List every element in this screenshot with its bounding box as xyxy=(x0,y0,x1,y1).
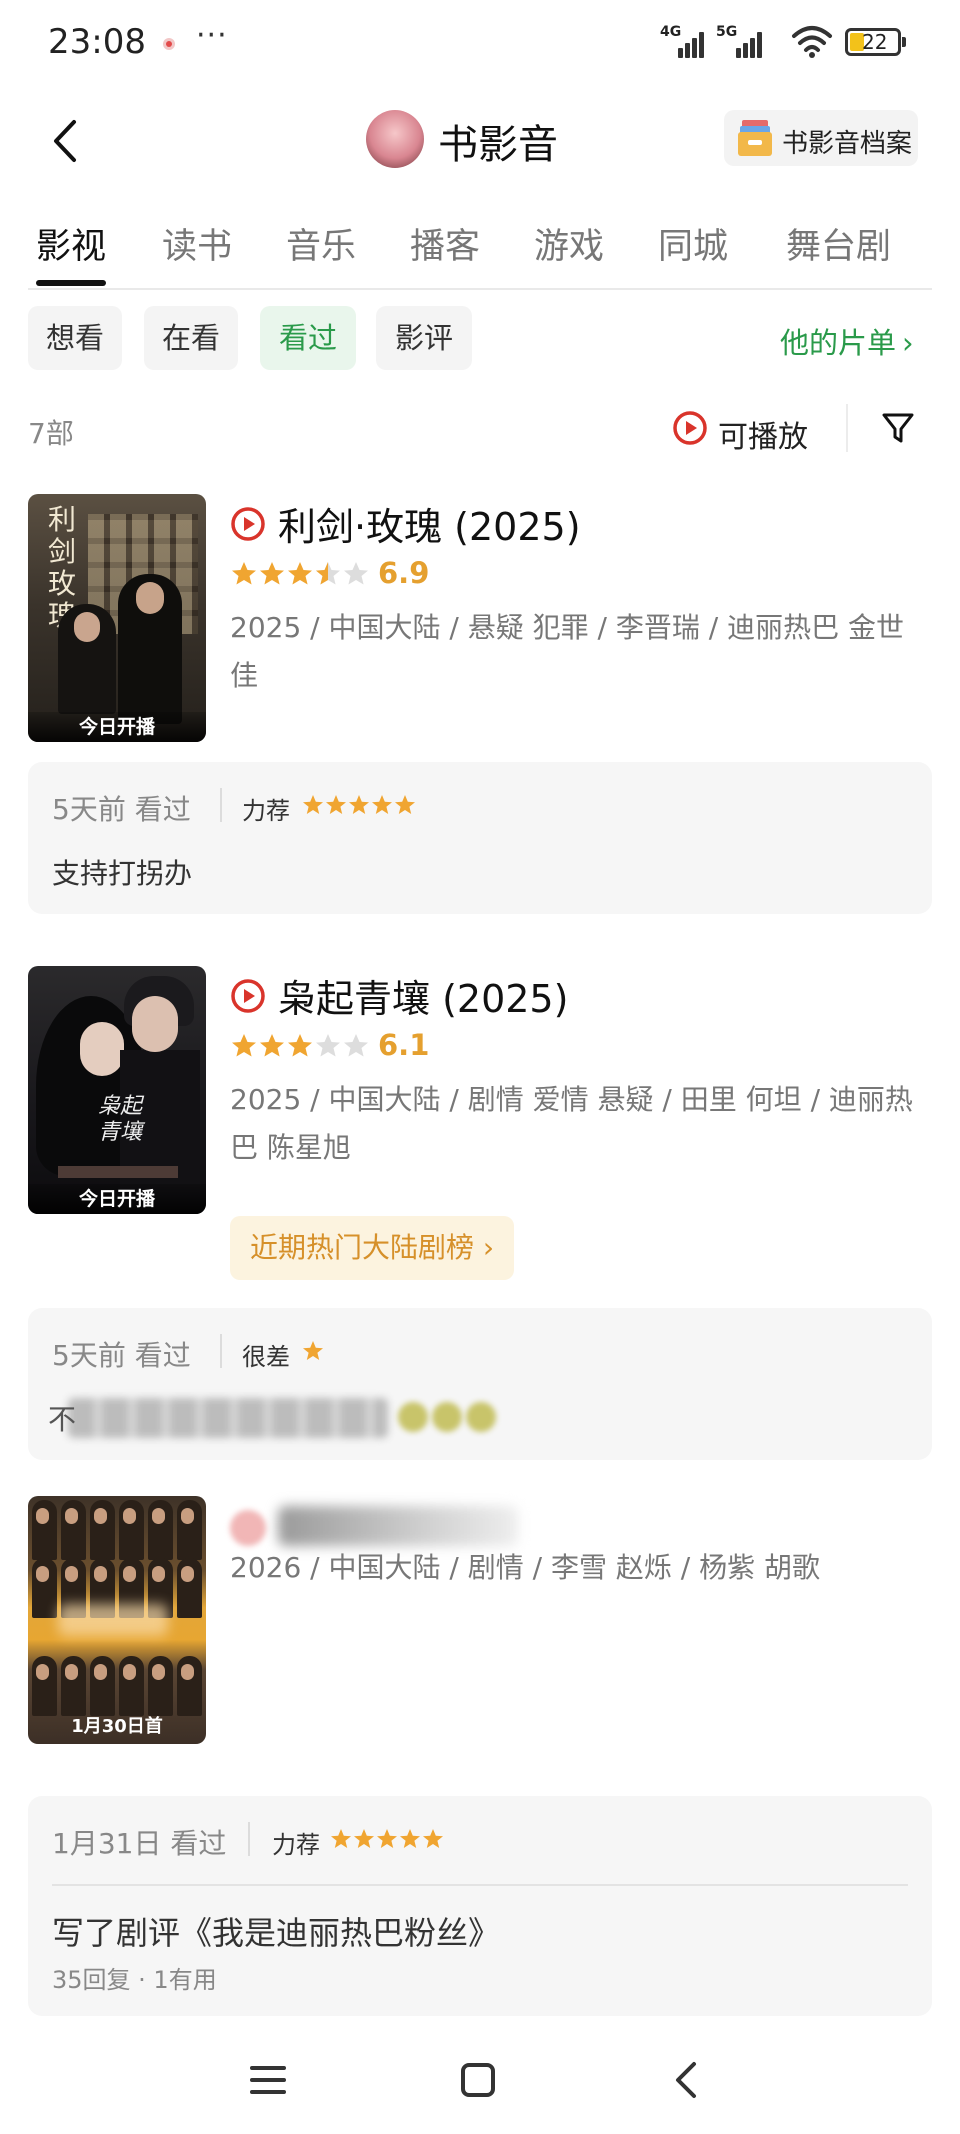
status-time: 23:08 xyxy=(48,22,146,62)
signal-4g-label: 4G xyxy=(660,24,682,40)
tab-music[interactable]: 音乐 xyxy=(286,218,356,269)
item-title: 枭起青壤 (2025) xyxy=(278,977,569,1021)
user-rating-label: 力荐 xyxy=(272,1831,320,1859)
tab-podcast[interactable]: 播客 xyxy=(410,218,480,269)
chip-want[interactable]: 想看 xyxy=(28,306,122,370)
item-title: 利剑·玫瑰 (2025) xyxy=(278,505,581,549)
menu-icon[interactable] xyxy=(246,2060,290,2100)
blurred-title xyxy=(230,1498,530,1548)
play-circle-icon xyxy=(231,979,265,1013)
status-bar: 23:08 ··· 4G 5G 22 xyxy=(0,0,960,90)
top-nav: 书影音 书影音档案 xyxy=(0,100,960,180)
back-nav-icon[interactable] xyxy=(666,2060,710,2100)
user-comment: 支持打拐办 xyxy=(52,857,193,890)
divider xyxy=(220,1334,222,1368)
user-rating-label: 很差 xyxy=(242,1343,290,1371)
playable-label: 可播放 xyxy=(718,420,808,455)
chevron-right-icon: › xyxy=(482,1231,495,1264)
tab-active-indicator xyxy=(36,280,106,286)
list-item[interactable]: 利剑玫瑰 今日开播 利剑·玫瑰 (2025) 6.9 2025 / 中国大陆 /… xyxy=(0,494,960,914)
poster-title: 枭起青壤 xyxy=(98,1094,143,1145)
tab-local[interactable]: 同城 xyxy=(658,218,728,269)
watch-note[interactable]: 5天前 看过 力荐 支持打拐办 xyxy=(28,762,932,914)
tab-stage[interactable]: 舞台剧 xyxy=(786,218,891,269)
watched-date: 5天前 看过 xyxy=(52,793,191,826)
play-circle-icon xyxy=(231,507,265,541)
user-stars-icon xyxy=(303,795,415,814)
chevron-right-icon: › xyxy=(902,326,914,360)
back-icon[interactable] xyxy=(46,116,86,166)
tab-film[interactable]: 影视 xyxy=(36,218,106,269)
filter-icon[interactable] xyxy=(880,410,916,446)
poster-image[interactable]: 枭起青壤 今日开播 xyxy=(28,966,206,1214)
archive-label: 书影音档案 xyxy=(782,129,913,159)
archive-button[interactable]: 书影音档案 xyxy=(724,110,918,166)
watch-note[interactable]: 1月31日 看过 力荐 写了剧评《我是迪丽热巴粉丝》 35回复 · 1有用 xyxy=(28,1796,932,2016)
his-list-link[interactable]: 他的片单 › xyxy=(780,320,914,362)
poster-image[interactable]: 1月30日首 xyxy=(28,1496,206,1744)
user-stars-icon xyxy=(303,1341,323,1360)
wifi-icon xyxy=(792,26,832,58)
review-link[interactable]: 写了剧评《我是迪丽热巴粉丝》 xyxy=(52,1908,500,1954)
user-comment-visible: 不 xyxy=(48,1403,77,1436)
archive-icon xyxy=(738,120,772,156)
rating-stars-icon xyxy=(232,1034,368,1057)
his-list-label: 他的片单 xyxy=(780,326,897,360)
tab-books[interactable]: 读书 xyxy=(162,218,232,269)
poster-image[interactable]: 利剑玫瑰 今日开播 xyxy=(28,494,206,742)
poster-caption: 今日开播 xyxy=(28,1184,206,1214)
divider xyxy=(248,1822,250,1856)
user-stars-icon xyxy=(331,1829,443,1848)
watch-note[interactable]: 5天前 看过 很差 不 xyxy=(28,1308,932,1460)
chip-watching[interactable]: 在看 xyxy=(144,306,238,370)
item-meta: 2025 / 中国大陆 / 悬疑 犯罪 / 李晋瑞 / 迪丽热巴 金世佳 xyxy=(230,611,904,692)
tab-games[interactable]: 游戏 xyxy=(534,218,604,269)
play-circle-icon xyxy=(673,411,707,445)
battery-icon: 22 xyxy=(845,28,906,56)
item-count: 7部 xyxy=(28,417,74,450)
battery-level: 22 xyxy=(862,30,888,54)
page-title: 书影音 xyxy=(438,122,558,168)
divider xyxy=(846,404,848,452)
rating-stars-icon xyxy=(232,562,368,585)
poster-caption: 今日开播 xyxy=(28,712,206,742)
recording-dot-icon xyxy=(163,38,175,50)
list-item[interactable]: 枭起青壤 今日开播 枭起青壤 (2025) 6.1 2025 / 中国大陆 / … xyxy=(0,966,960,1460)
more-indicator: ··· xyxy=(196,18,228,53)
item-meta: 2025 / 中国大陆 / 剧情 爱情 悬疑 / 田里 何坦 / 迪丽热巴 陈星… xyxy=(230,1083,913,1164)
category-tabs: 影视 读书 音乐 播客 游戏 同城 舞台剧 xyxy=(28,210,932,290)
divider xyxy=(52,1884,908,1886)
chip-watched[interactable]: 看过 xyxy=(260,306,356,370)
hot-list-badge[interactable]: 近期热门大陆剧榜 › xyxy=(230,1216,515,1280)
watched-date: 1月31日 看过 xyxy=(52,1827,227,1860)
list-item[interactable]: 1月30日首 2026 / 中国大陆 / 剧情 / 李雪 赵烁 / 杨紫 胡歌 … xyxy=(0,1496,960,2016)
signal-5g-label: 5G xyxy=(716,24,738,40)
signal-4g-icon: 4G xyxy=(660,24,708,58)
rating-score: 6.1 xyxy=(378,1028,430,1062)
watched-date: 5天前 看过 xyxy=(52,1339,191,1372)
avatar[interactable] xyxy=(366,110,424,168)
chip-reviews[interactable]: 影评 xyxy=(376,306,472,370)
blurred-comment: 不 xyxy=(48,1398,496,1438)
review-stats: 35回复 · 1有用 xyxy=(52,1966,217,1994)
signal-5g-icon: 5G xyxy=(716,24,768,58)
user-rating-label: 力荐 xyxy=(242,797,290,825)
rating-score: 6.9 xyxy=(378,556,430,590)
status-filter-chips: 想看 在看 看过 影评 他的片单 › xyxy=(0,306,960,372)
system-nav-bar xyxy=(0,2034,960,2134)
home-icon[interactable] xyxy=(456,2060,500,2100)
hot-list-label: 近期热门大陆剧榜 xyxy=(250,1231,475,1264)
divider xyxy=(220,788,222,822)
item-meta: 2026 / 中国大陆 / 剧情 / 李雪 赵烁 / 杨紫 胡歌 xyxy=(230,1551,820,1584)
poster-caption: 1月30日首 xyxy=(71,1716,163,1737)
